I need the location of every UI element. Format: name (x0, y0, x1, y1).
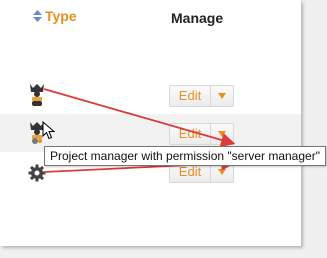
edit-button[interactable]: Edit (169, 85, 211, 107)
edit-dropdown-button[interactable] (211, 85, 234, 107)
sort-icon (33, 10, 42, 22)
chevron-down-icon (218, 169, 226, 175)
chevron-down-icon (218, 93, 226, 99)
type-column-header[interactable]: Type (33, 8, 77, 24)
mouse-cursor-icon (42, 121, 56, 140)
edit-button[interactable]: Edit (169, 123, 211, 145)
edit-split-button: Edit (169, 85, 234, 107)
type-header-label: Type (45, 8, 77, 24)
chevron-down-icon (218, 131, 226, 137)
edit-dropdown-button[interactable] (211, 123, 234, 145)
table-row: Edit (0, 76, 301, 114)
edit-split-button: Edit (169, 123, 234, 145)
tooltip: Project manager with permission "server … (44, 146, 326, 166)
manage-column-header: Manage (171, 10, 224, 26)
project-manager-icon (30, 84, 44, 106)
